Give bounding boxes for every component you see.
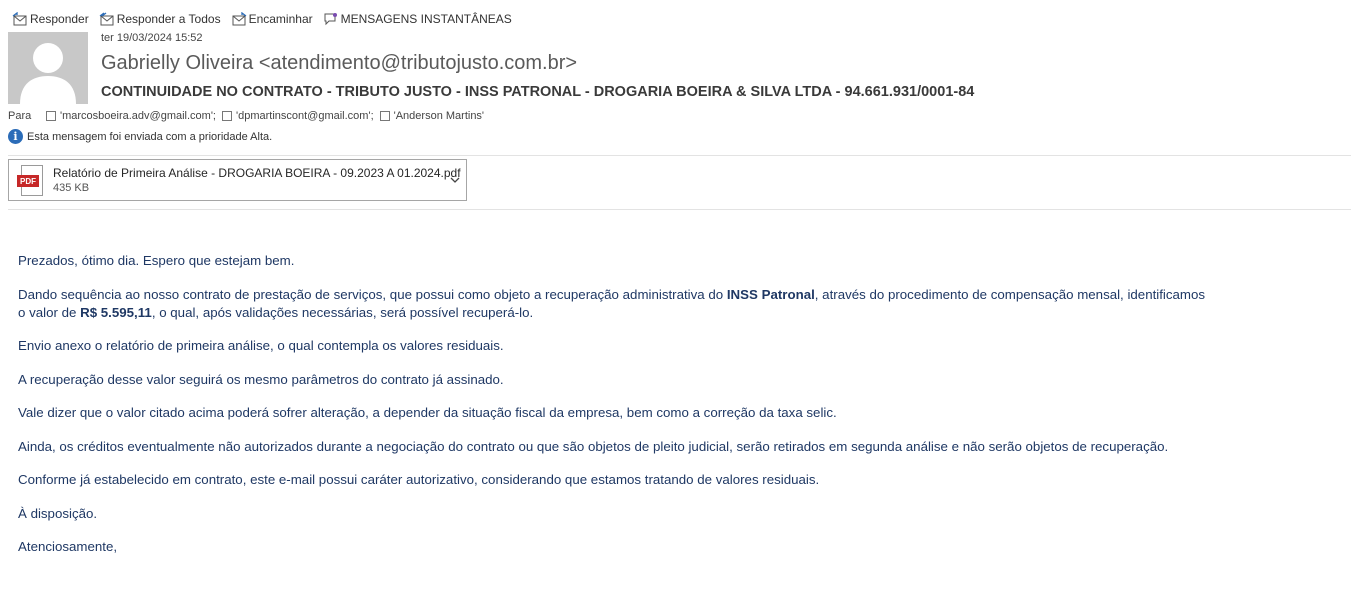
message-toolbar: Responder Responder a Todos Encaminhar M… (12, 9, 522, 29)
body-paragraph: Ainda, os créditos eventualmente não aut… (18, 438, 1169, 454)
to-label: Para (8, 110, 32, 122)
person-icon (20, 43, 76, 104)
chevron-down-icon[interactable] (450, 173, 460, 187)
reply-icon (12, 12, 27, 26)
recipient[interactable]: 'dpmartinscont@gmail.com'; (221, 110, 374, 122)
attachment-card[interactable]: PDF Relatório de Primeira Análise - DROG… (8, 159, 467, 201)
body-paragraph: Envio anexo o relatório de primeira anál… (18, 338, 504, 353)
message-body: Prezados, ótimo dia. Espero que estejam … (18, 252, 1348, 556)
priority-notice: i Esta mensagem foi enviada com a priori… (8, 129, 272, 144)
divider (8, 209, 1351, 210)
recipient-label: 'marcosboeira.adv@gmail.com'; (60, 110, 216, 122)
priority-text: Esta mensagem foi enviada com a priorida… (27, 130, 273, 143)
instant-message-button[interactable]: MENSAGENS INSTANTÂNEAS (323, 12, 512, 26)
reply-button[interactable]: Responder (12, 12, 89, 26)
recipient[interactable]: 'marcosboeira.adv@gmail.com'; (46, 110, 216, 122)
body-paragraph: o valor de R$ 5.595,11, o qual, após val… (18, 304, 534, 320)
contact-checkbox (379, 111, 390, 121)
sender-name[interactable]: Gabrielly Oliveira <atendimento@tributoj… (101, 52, 577, 75)
recipients-row: Para 'marcosboeira.adv@gmail.com'; 'dpma… (8, 110, 490, 122)
contact-checkbox (46, 111, 56, 121)
highlight-amount: R$ 5.595,11 (80, 304, 152, 320)
forward-icon (232, 12, 246, 26)
forward-label: Encaminhar (248, 12, 313, 26)
body-paragraph: Prezados, ótimo dia. Espero que estejam … (18, 253, 295, 268)
message-subject: CONTINUIDADE NO CONTRATO - TRIBUTO JUSTO… (101, 84, 975, 100)
instant-message-label: MENSAGENS INSTANTÂNEAS (340, 12, 512, 26)
divider (8, 155, 1351, 156)
chat-icon (324, 13, 337, 26)
sender-avatar (8, 32, 88, 104)
reply-label: Responder (30, 12, 89, 26)
body-paragraph: À disposição. (18, 505, 98, 521)
reply-all-button[interactable]: Responder a Todos (99, 12, 221, 26)
pdf-file-icon: PDF (17, 165, 43, 196)
contact-checkbox (221, 111, 232, 121)
forward-button[interactable]: Encaminhar (231, 12, 313, 26)
recipient-label: 'Anderson Martins' (393, 110, 485, 122)
recipient[interactable]: 'Anderson Martins' (379, 110, 485, 122)
body-paragraph: Atenciosamente, (18, 539, 118, 554)
body-paragraph: Vale dizer que o valor citado acima pode… (18, 405, 837, 420)
body-paragraph: Conforme já estabelecido em contrato, es… (18, 472, 820, 487)
reply-all-label: Responder a Todos (116, 12, 221, 26)
recipient-label: 'dpmartinscont@gmail.com'; (235, 110, 374, 122)
body-paragraph: Dando sequência ao nosso contrato de pre… (18, 286, 1206, 302)
highlight-inss: INSS Patronal (726, 286, 815, 302)
message-date: ter 19/03/2024 15:52 (101, 32, 203, 44)
attachment-name: Relatório de Primeira Análise - DROGARIA… (53, 166, 461, 180)
info-icon: i (8, 129, 23, 144)
attachment-size: 435 KB (53, 182, 90, 194)
body-paragraph: A recuperação desse valor seguirá os mes… (18, 371, 504, 387)
reply-all-icon (99, 12, 114, 26)
